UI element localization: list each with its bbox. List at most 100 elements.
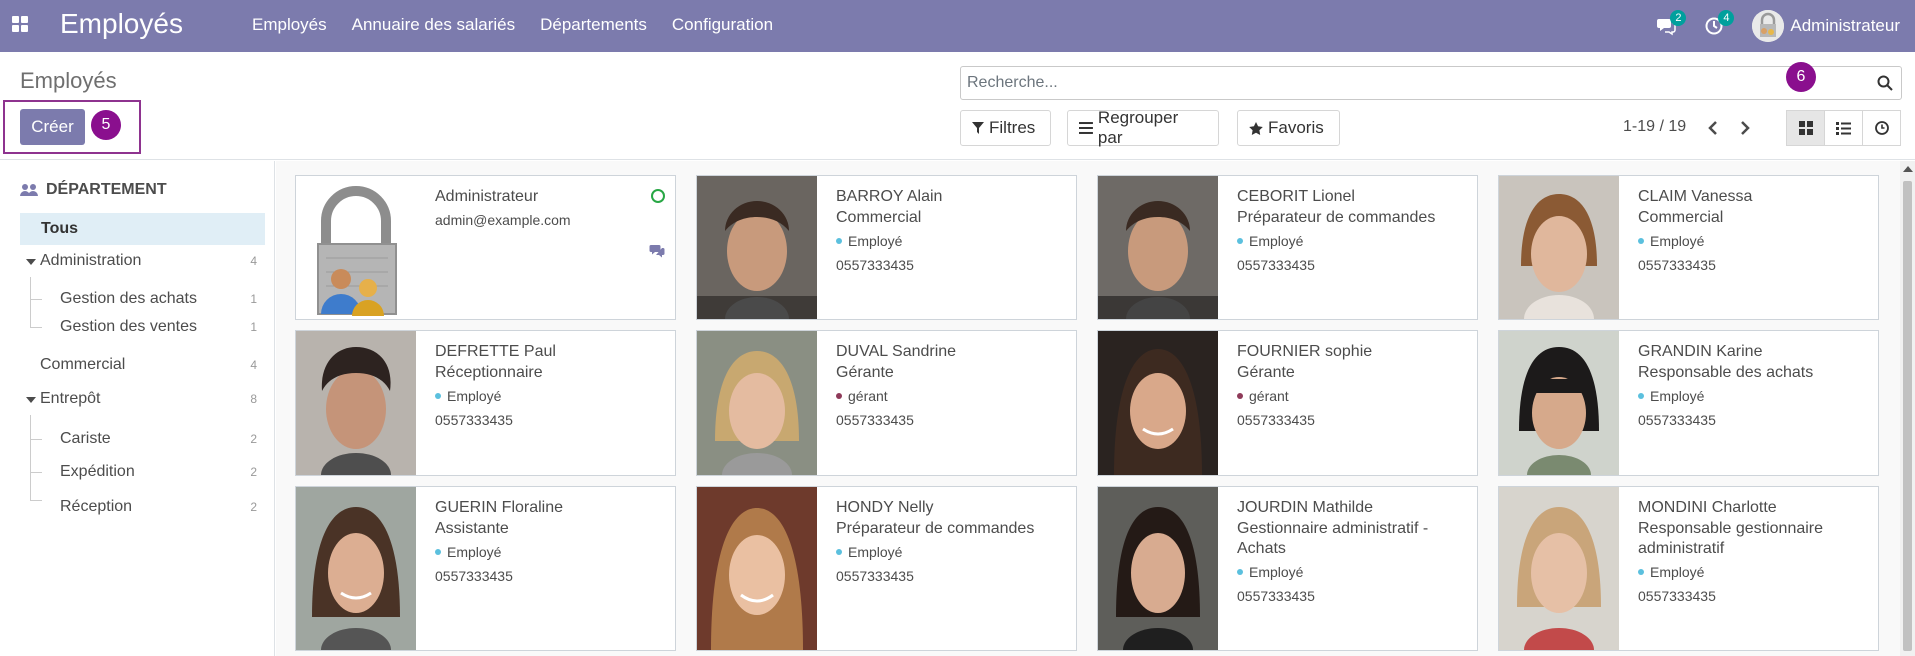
- pager-previous-icon[interactable]: [1706, 118, 1720, 138]
- activity-clock-icon[interactable]: 4: [1704, 10, 1735, 36]
- presence-status-icon: [651, 189, 665, 203]
- search-input[interactable]: [967, 74, 1847, 92]
- employee-photo: [697, 487, 817, 650]
- sidebar-item-administration[interactable]: Administration 4: [20, 245, 265, 277]
- pager-value[interactable]: 1-19 / 19: [1623, 118, 1686, 136]
- scroll-up-arrow-icon[interactable]: [1903, 166, 1913, 172]
- employee-tag-label: Employé: [1650, 564, 1705, 580]
- employee-name: JOURDIN Mathilde: [1237, 499, 1374, 516]
- sidebar-header: DÉPARTEMENT: [20, 181, 167, 199]
- caret-down-icon[interactable]: [26, 259, 36, 265]
- employee-name: MONDINI Charlotte: [1638, 499, 1777, 516]
- apps-menu-icon[interactable]: [12, 16, 28, 32]
- employee-phone: 0557333435: [1237, 588, 1315, 604]
- department-sidebar: DÉPARTEMENT Tous Administration 4 Gestio…: [0, 161, 275, 656]
- employee-job: Responsable des achats: [1638, 364, 1814, 381]
- employee-card-administrateur[interactable]: Administrateur admin@example.com: [295, 175, 676, 320]
- menu-item-annuaire[interactable]: Annuaire des salariés: [352, 15, 515, 35]
- sidebar-item-gestion-des-ventes[interactable]: Gestion des ventes 1: [20, 311, 265, 343]
- list-icon: [1836, 121, 1851, 135]
- menu-item-departements[interactable]: Départements: [540, 15, 647, 35]
- activities-count-badge: 4: [1718, 10, 1735, 26]
- user-menu[interactable]: Administrateur: [1752, 10, 1900, 42]
- tag-dot-icon: [435, 549, 441, 555]
- employee-photo: [1499, 176, 1619, 319]
- employee-photo: [296, 331, 416, 475]
- employee-job: Préparateur de commandes: [836, 520, 1035, 537]
- filter-icon: [972, 122, 984, 134]
- employee-tag-label: Employé: [447, 544, 502, 560]
- sidebar-item-count: 2: [250, 465, 257, 479]
- group-by-button[interactable]: Regrouper par: [1067, 108, 1219, 147]
- employee-phone: 0557333435: [1237, 412, 1315, 428]
- menu-item-configuration[interactable]: Configuration: [672, 15, 773, 35]
- scrollbar-thumb[interactable]: [1903, 181, 1912, 651]
- sidebar-item-commercial[interactable]: Commercial 4: [20, 349, 265, 381]
- employee-photo: [296, 487, 416, 650]
- group-by-label: Regrouper par: [1097, 108, 1179, 147]
- employee-photo: [697, 176, 817, 319]
- employee-name: GUERIN Floraline: [435, 499, 564, 516]
- sidebar-item-label: Cariste: [60, 430, 111, 447]
- sidebar-item-reception[interactable]: Réception 2: [20, 491, 265, 523]
- employee-name: CEBORIT Lionel: [1237, 188, 1355, 205]
- sidebar-item-count: 1: [250, 320, 257, 334]
- employee-tag-label: Employé: [447, 388, 502, 404]
- employee-tag: Employé: [1638, 233, 1868, 249]
- search-icon[interactable]: [1877, 75, 1893, 91]
- messaging-icon[interactable]: 2: [1656, 10, 1687, 36]
- kanban-view: Administrateur admin@example.com BARROY …: [276, 161, 1901, 656]
- employee-name: CLAIM Vanessa: [1638, 188, 1753, 205]
- employee-card[interactable]: HONDY Nelly Préparateur de commandes Emp…: [696, 486, 1077, 651]
- sidebar-item-cariste[interactable]: Cariste 2: [20, 423, 265, 455]
- favorites-button[interactable]: Favoris: [1237, 110, 1340, 146]
- employee-tag: gérant: [836, 388, 1066, 404]
- chat-icon[interactable]: [649, 244, 665, 258]
- filters-label: Filtres: [989, 118, 1036, 137]
- caret-down-icon[interactable]: [26, 397, 36, 403]
- user-name: Administrateur: [1790, 16, 1900, 35]
- employee-tag-label: Employé: [848, 544, 903, 560]
- employee-card[interactable]: FOURNIER sophie Gérante gérant 055733343…: [1097, 330, 1478, 476]
- employee-card[interactable]: CLAIM Vanessa Commercial Employé 0557333…: [1498, 175, 1879, 320]
- menu-item-employes[interactable]: Employés: [252, 15, 327, 35]
- employee-card[interactable]: DUVAL Sandrine Gérante gérant 0557333435: [696, 330, 1077, 476]
- employee-tag-label: Employé: [1249, 564, 1304, 580]
- sidebar-item-count: 2: [250, 500, 257, 514]
- employee-card[interactable]: JOURDIN Mathilde Gestionnaire administra…: [1097, 486, 1478, 651]
- activity-view-button[interactable]: [1862, 110, 1901, 146]
- employee-tag: Employé: [836, 544, 1066, 560]
- pager-next-icon[interactable]: [1738, 118, 1752, 138]
- employee-tag: Employé: [1638, 564, 1868, 580]
- employee-card[interactable]: DEFRETTE Paul Réceptionnaire Employé 055…: [295, 330, 676, 476]
- filters-button[interactable]: Filtres: [960, 110, 1051, 146]
- kanban-view-button[interactable]: [1786, 110, 1825, 146]
- list-view-button[interactable]: [1824, 110, 1863, 146]
- sidebar-item-count: 4: [250, 358, 257, 372]
- employee-job: Gestionnaire administratif - Achats: [1237, 520, 1429, 557]
- create-button[interactable]: Créer: [20, 109, 85, 145]
- employee-photo: [1499, 487, 1619, 650]
- breadcrumb: Employés: [20, 68, 117, 93]
- employee-name: DEFRETTE Paul: [435, 343, 556, 360]
- sidebar-item-entrepot[interactable]: Entrepôt 8: [20, 383, 265, 415]
- tag-dot-icon: [435, 393, 441, 399]
- employee-email: admin@example.com: [435, 212, 571, 228]
- employee-card[interactable]: BARROY Alain Commercial Employé 05573334…: [696, 175, 1077, 320]
- employee-name: FOURNIER sophie: [1237, 343, 1373, 360]
- employee-card[interactable]: GRANDIN Karine Responsable des achats Em…: [1498, 330, 1879, 476]
- sidebar-item-expedition[interactable]: Expédition 2: [20, 456, 265, 488]
- employee-tag-label: Employé: [1650, 388, 1705, 404]
- messages-count-badge: 2: [1670, 10, 1687, 26]
- employee-card[interactable]: MONDINI Charlotte Responsable gestionnai…: [1498, 486, 1879, 651]
- employee-phone: 0557333435: [435, 568, 513, 584]
- sidebar-item-tous[interactable]: Tous: [20, 213, 265, 245]
- app-title[interactable]: Employés: [60, 8, 183, 40]
- sidebar-item-label: Entrepôt: [40, 390, 101, 407]
- employee-card[interactable]: CEBORIT Lionel Préparateur de commandes …: [1097, 175, 1478, 320]
- vertical-scrollbar[interactable]: [1900, 161, 1915, 656]
- employee-tag-label: Employé: [848, 233, 903, 249]
- employee-card[interactable]: GUERIN Floraline Assistante Employé 0557…: [295, 486, 676, 651]
- employee-job: Réceptionnaire: [435, 364, 543, 381]
- employee-tag-label: gérant: [1249, 388, 1289, 404]
